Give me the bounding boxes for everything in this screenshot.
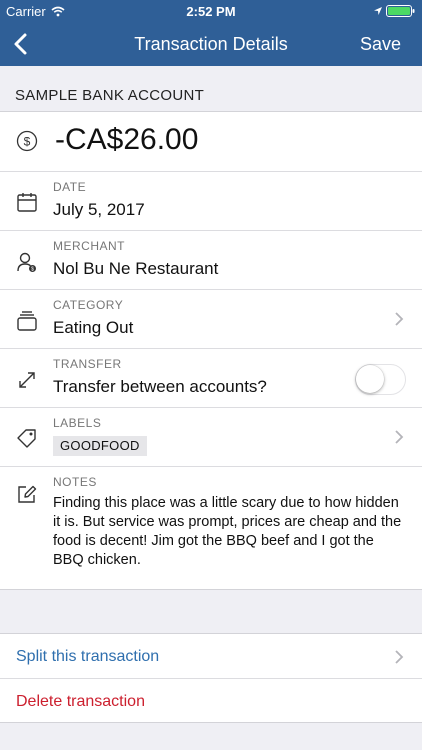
- account-header: SAMPLE BANK ACCOUNT: [0, 66, 422, 112]
- notes-text[interactable]: Finding this place was a little scary du…: [53, 494, 403, 570]
- svg-text:$: $: [31, 267, 34, 273]
- labels-row[interactable]: LABELS GOODFOOD: [0, 408, 422, 466]
- tag-icon: [17, 429, 36, 448]
- merchant-value: Nol Bu Ne Restaurant: [53, 259, 219, 278]
- transfer-toggle[interactable]: [355, 364, 406, 395]
- chevron-right-icon: [395, 430, 404, 444]
- account-name: SAMPLE BANK ACCOUNT: [15, 87, 205, 104]
- navigation-bar: Transaction Details Save: [0, 22, 422, 66]
- dollar-icon: $: [16, 130, 38, 152]
- transfer-question: Transfer between accounts?: [53, 377, 267, 396]
- actions-section: Split this transaction Delete transactio…: [0, 633, 422, 723]
- clock: 2:52 PM: [186, 4, 236, 19]
- amount-row[interactable]: $ -CA$26.00: [0, 112, 422, 171]
- merchant-label: MERCHANT: [53, 239, 125, 253]
- page-title: Transaction Details: [134, 34, 288, 54]
- date-row[interactable]: DATE July 5, 2017: [0, 172, 422, 230]
- category-icon: [17, 311, 37, 331]
- label-chip[interactable]: GOODFOOD: [53, 436, 147, 456]
- save-button[interactable]: Save: [360, 34, 401, 55]
- calendar-icon: [17, 193, 37, 212]
- toggle-knob: [356, 365, 384, 393]
- merchant-icon: $: [17, 252, 36, 273]
- location-icon: [374, 7, 382, 15]
- transfer-row: TRANSFER Transfer between accounts?: [0, 349, 422, 407]
- merchant-row[interactable]: $ MERCHANT Nol Bu Ne Restaurant: [0, 231, 422, 289]
- date-label: DATE: [53, 180, 87, 194]
- delete-transaction-button[interactable]: Delete transaction: [16, 693, 145, 711]
- svg-text:$: $: [24, 135, 31, 149]
- transaction-details-card: $ -CA$26.00 DATE July 5, 2017 $ MERCHANT…: [0, 112, 422, 590]
- status-bar: Carrier 2:52 PM: [0, 0, 422, 22]
- battery-indicator: [373, 5, 416, 17]
- category-row[interactable]: CATEGORY Eating Out: [0, 290, 422, 348]
- divider: [0, 678, 422, 679]
- chevron-right-icon: [395, 650, 404, 664]
- labels-label: LABELS: [53, 416, 102, 430]
- notes-label: NOTES: [53, 475, 97, 489]
- transfer-label: TRANSFER: [53, 357, 122, 371]
- transfer-arrows-icon: [19, 372, 35, 388]
- category-value: Eating Out: [53, 318, 134, 337]
- chevron-right-icon: [395, 312, 404, 326]
- amount-value: -CA$26.00: [55, 123, 199, 156]
- split-transaction-button[interactable]: Split this transaction: [16, 648, 159, 666]
- edit-note-icon: [18, 485, 37, 503]
- notes-row[interactable]: NOTES Finding this place was a little sc…: [0, 467, 422, 590]
- battery-icon: [386, 5, 415, 17]
- category-label: CATEGORY: [53, 298, 124, 312]
- date-value: July 5, 2017: [53, 200, 145, 219]
